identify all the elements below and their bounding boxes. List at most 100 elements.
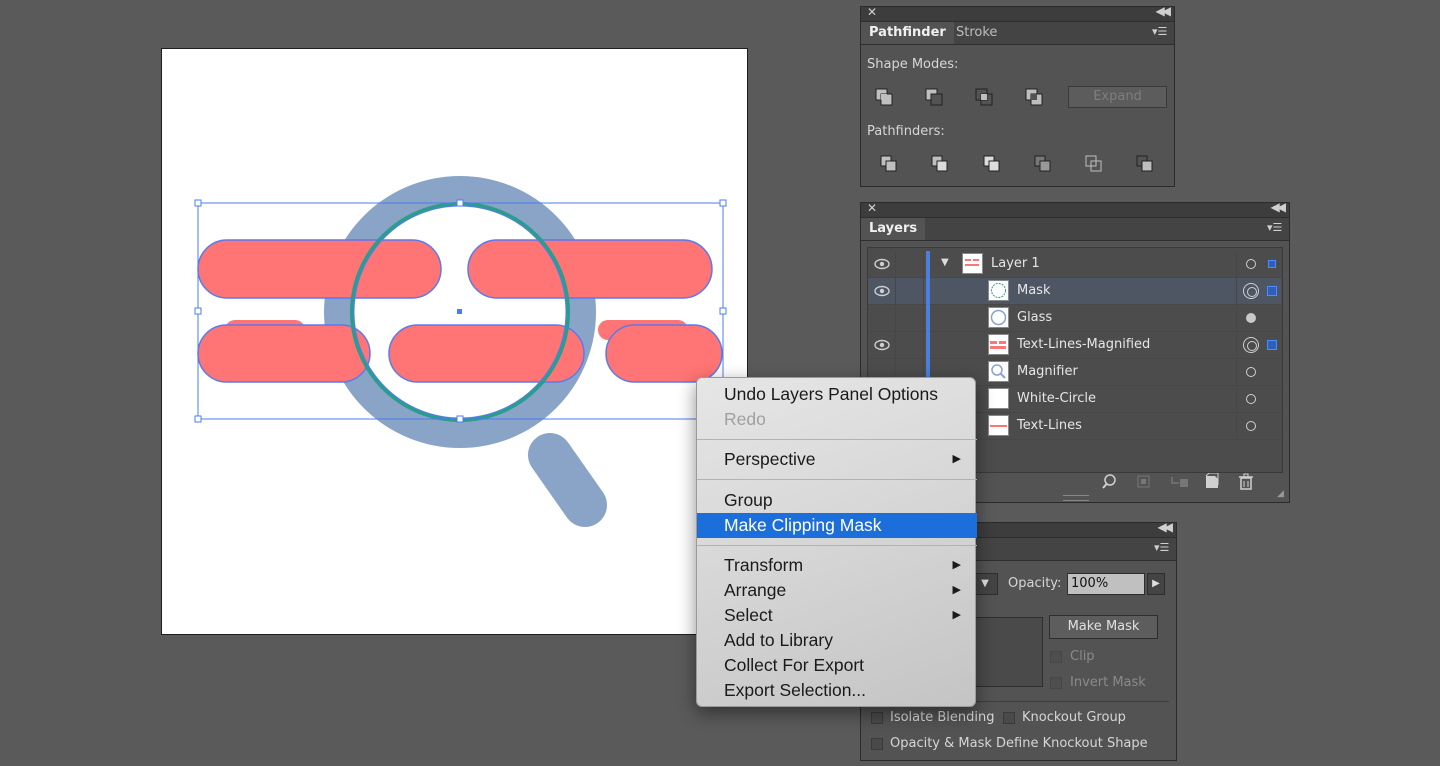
layer-thumbnail	[962, 253, 983, 274]
intersect-icon[interactable]	[974, 87, 994, 107]
layer-name[interactable]: Magnifier	[1017, 364, 1078, 379]
menu-item-undo[interactable]: Undo Layers Panel Options	[697, 382, 977, 407]
target-toggle[interactable]	[1236, 413, 1281, 440]
menu-item-redo[interactable]: Redo	[697, 407, 977, 432]
visibility-toggle[interactable]	[868, 251, 896, 278]
eye-icon	[874, 339, 890, 351]
target-toggle[interactable]	[1236, 305, 1281, 332]
close-icon[interactable]: ✕	[867, 5, 877, 19]
target-toggle[interactable]	[1236, 386, 1281, 413]
collapse-icon[interactable]: ◀◀	[1271, 200, 1287, 214]
tab-stroke[interactable]: Stroke	[948, 22, 1005, 44]
lock-toggle[interactable]	[896, 332, 924, 359]
resize-corner-icon[interactable]: ◢	[1277, 489, 1284, 499]
opacity-stepper[interactable]: ▶	[1147, 573, 1165, 595]
collapse-icon[interactable]: ◀◀	[1158, 520, 1174, 534]
divide-icon[interactable]	[879, 154, 899, 174]
collapse-icon[interactable]: ◀◀	[1156, 4, 1172, 18]
invert-mask-checkbox[interactable]	[1050, 677, 1062, 689]
panel-titlebar[interactable]: ✕ ◀◀	[861, 4, 1174, 22]
eye-icon	[874, 258, 890, 270]
target-toggle[interactable]	[1236, 332, 1281, 359]
text-line-pill[interactable]	[605, 324, 723, 383]
isolate-blending-checkbox[interactable]	[871, 712, 883, 724]
menu-item-label: Arrange	[724, 580, 787, 600]
pathfinder-panel: ✕ ◀◀ Pathfinder Stroke ▾☰ Shape Modes: E…	[860, 4, 1175, 187]
panel-titlebar[interactable]: ✕ ◀◀	[861, 200, 1289, 218]
magnifier-handle[interactable]	[528, 433, 607, 527]
target-toggle[interactable]	[1236, 359, 1281, 386]
chevron-right-icon: ▶	[952, 584, 961, 596]
merge-icon[interactable]	[982, 154, 1002, 174]
menu-item-arrange[interactable]: Arrange ▶	[697, 578, 977, 603]
trash-icon[interactable]	[1237, 473, 1255, 491]
menu-item-add-to-library[interactable]: Add to Library	[697, 628, 977, 653]
opacity-input[interactable]: 100%	[1067, 573, 1145, 595]
text-line-pill[interactable]	[467, 239, 713, 299]
panel-menu-icon[interactable]: ▾☰	[1267, 222, 1282, 234]
outline-icon[interactable]	[1084, 154, 1104, 174]
mask-thumbnail[interactable]	[973, 617, 1043, 687]
chevron-right-icon: ▶	[952, 453, 961, 465]
layer-color-bar	[926, 251, 930, 278]
layer-color-bar	[926, 278, 930, 305]
context-menu: Undo Layers Panel Options Redo Perspecti…	[696, 377, 977, 707]
new-layer-icon[interactable]	[1203, 473, 1221, 491]
crop-icon[interactable]	[1033, 154, 1053, 174]
visibility-toggle[interactable]	[868, 278, 896, 305]
expand-triangle-icon[interactable]: ▼	[941, 257, 949, 268]
layer-row-layer1[interactable]: ▼ Layer 1	[868, 251, 1281, 278]
unite-icon[interactable]	[874, 87, 894, 107]
lock-toggle[interactable]	[896, 305, 924, 332]
panel-menu-icon[interactable]: ▾☰	[1152, 26, 1167, 38]
menu-item-select[interactable]: Select ▶	[697, 603, 977, 628]
menu-item-perspective[interactable]: Perspective ▶	[697, 447, 977, 472]
menu-item-label: Perspective	[724, 449, 816, 469]
opacity-mask-knockout-label: Opacity & Mask Define Knockout Shape	[890, 736, 1148, 751]
layer-row-text-lines-magnified[interactable]: Text-Lines-Magnified	[868, 332, 1281, 359]
make-clipping-mask-icon[interactable]	[1135, 473, 1153, 491]
knockout-group-checkbox[interactable]	[1003, 712, 1015, 724]
lock-toggle[interactable]	[896, 278, 924, 305]
target-toggle[interactable]	[1236, 251, 1281, 278]
tab-pathfinder[interactable]: Pathfinder	[861, 22, 954, 44]
layer-name[interactable]: Glass	[1017, 310, 1052, 325]
layer-name[interactable]: White-Circle	[1017, 391, 1096, 406]
menu-item-make-clipping-mask[interactable]: Make Clipping Mask	[697, 513, 977, 538]
lock-toggle[interactable]	[896, 251, 924, 278]
visibility-toggle[interactable]	[868, 332, 896, 359]
search-icon[interactable]	[1102, 473, 1120, 491]
minus-back-icon[interactable]	[1135, 154, 1155, 174]
invert-mask-label: Invert Mask	[1070, 675, 1146, 690]
make-mask-button[interactable]: Make Mask	[1049, 615, 1158, 639]
menu-item-transform[interactable]: Transform ▶	[697, 553, 977, 578]
resize-grip[interactable]	[1063, 495, 1089, 501]
pathfinder-tabs: Pathfinder Stroke ▾☰	[861, 22, 1174, 45]
layer-name[interactable]: Mask	[1017, 283, 1050, 298]
text-line-pill[interactable]	[197, 239, 442, 299]
expand-button[interactable]: Expand	[1068, 86, 1167, 108]
create-sublayer-icon[interactable]	[1169, 473, 1191, 491]
tab-layers[interactable]: Layers	[861, 218, 926, 240]
minus-front-icon[interactable]	[924, 87, 944, 107]
knockout-group-label: Knockout Group	[1022, 710, 1126, 725]
menu-item-collect-for-export[interactable]: Collect For Export	[697, 653, 977, 678]
trim-icon[interactable]	[930, 154, 950, 174]
exclude-icon[interactable]	[1024, 87, 1044, 107]
menu-item-export-selection[interactable]: Export Selection...	[697, 678, 977, 703]
layer-name[interactable]: Layer 1	[991, 256, 1040, 271]
text-line-pill[interactable]	[197, 324, 371, 383]
layer-name[interactable]: Text-Lines-Magnified	[1017, 337, 1150, 352]
text-line-pill[interactable]	[388, 324, 585, 383]
visibility-toggle[interactable]	[868, 305, 896, 332]
layer-row-glass[interactable]: Glass	[868, 305, 1281, 332]
layer-thumbnail	[988, 280, 1009, 301]
target-toggle[interactable]	[1236, 278, 1281, 305]
close-icon[interactable]: ✕	[867, 201, 877, 215]
panel-menu-icon[interactable]: ▾☰	[1154, 542, 1169, 554]
clip-checkbox[interactable]	[1050, 651, 1062, 663]
opacity-mask-knockout-checkbox[interactable]	[871, 738, 883, 750]
layer-name[interactable]: Text-Lines	[1017, 418, 1082, 433]
layer-row-mask[interactable]: Mask	[868, 278, 1281, 305]
menu-item-group[interactable]: Group	[697, 488, 977, 513]
